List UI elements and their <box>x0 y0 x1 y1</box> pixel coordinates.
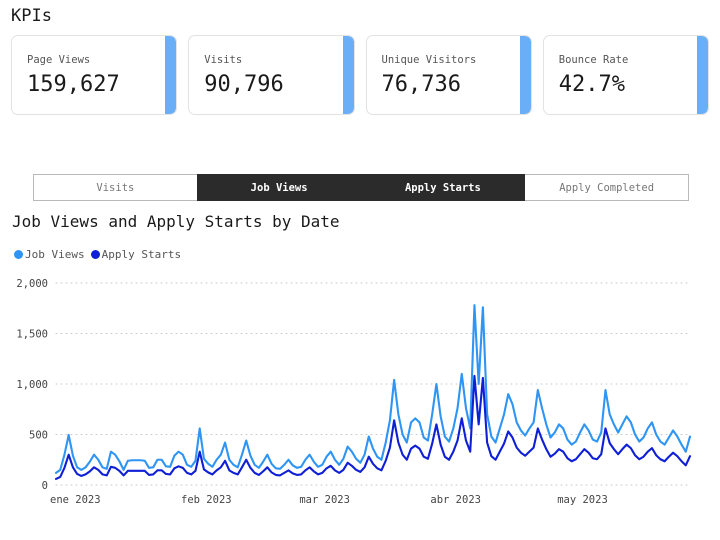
line-chart: 0 500 1,000 1,500 2,000 ene 2023 feb 2023 mar 2… <box>0 265 720 515</box>
y-axis-tick-label: 500 <box>29 430 48 442</box>
x-axis-tick-label: may 2023 <box>557 494 608 506</box>
metric-tab-group: Visits Job Views Apply Starts Apply Complet… <box>33 174 689 201</box>
legend-item[interactable]: Job Views <box>14 248 85 261</box>
y-axis-tick-label: 1,000 <box>16 379 48 391</box>
chart-svg: 0 500 1,000 1,500 2,000 ene 2023 feb 2023 mar 2… <box>16 278 692 506</box>
kpi-accent-bar <box>165 36 177 114</box>
y-axis-tick-label: 2,000 <box>16 278 48 290</box>
series-line <box>54 374 692 480</box>
kpi-card: Bounce Rate 42.7% <box>542 35 709 115</box>
kpi-accent-bar <box>697 36 708 114</box>
y-axis-tick-label: 1,500 <box>16 329 48 341</box>
chart-legend: Job Views Apply Starts <box>14 248 187 261</box>
kpi-value: 42.7% <box>558 72 625 97</box>
kpi-label: Visits <box>204 54 243 66</box>
kpi-value: 90,796 <box>204 72 284 97</box>
x-axis-tick-label: feb 2023 <box>181 494 232 506</box>
kpi-card: Visits 90,796 <box>188 35 355 115</box>
kpi-label: Page Views <box>27 54 91 66</box>
x-axis-tick-label: ene 2023 <box>50 494 101 506</box>
legend-swatch-icon <box>14 250 23 259</box>
legend-label: Job Views <box>25 248 85 261</box>
x-axis-tick-label: mar 2023 <box>299 494 350 506</box>
tab-apply-completed[interactable]: Apply Completed <box>524 174 689 201</box>
tab-visits[interactable]: Visits <box>33 174 198 201</box>
kpi-card: Unique Visitors 76,736 <box>365 35 532 115</box>
kpi-value: 159,627 <box>27 72 120 97</box>
kpi-card: Page Views 159,627 <box>11 35 178 115</box>
kpi-accent-bar <box>342 36 354 114</box>
legend-swatch-icon <box>90 250 100 259</box>
kpi-accent-bar <box>519 36 531 114</box>
kpi-label: Bounce Rate <box>558 54 629 66</box>
tab-job-views[interactable]: Job Views <box>196 174 362 201</box>
kpi-card-row: Page Views 159,627 Visits 90,796 Unique Visi… <box>11 35 709 115</box>
legend-item[interactable]: Apply Starts <box>90 248 182 261</box>
tab-apply-starts[interactable]: Apply Starts <box>360 174 526 201</box>
series-line <box>54 304 692 474</box>
chart-title: Job Views and Apply Starts by Date <box>12 212 340 231</box>
kpi-value: 76,736 <box>381 72 461 97</box>
y-axis-tick-label: 0 <box>42 480 48 492</box>
x-axis-tick-label: abr 2023 <box>430 494 481 506</box>
kpi-label: Unique Visitors <box>381 54 477 66</box>
page-title: KPIs <box>11 6 52 26</box>
legend-label: Apply Starts <box>101 248 182 261</box>
